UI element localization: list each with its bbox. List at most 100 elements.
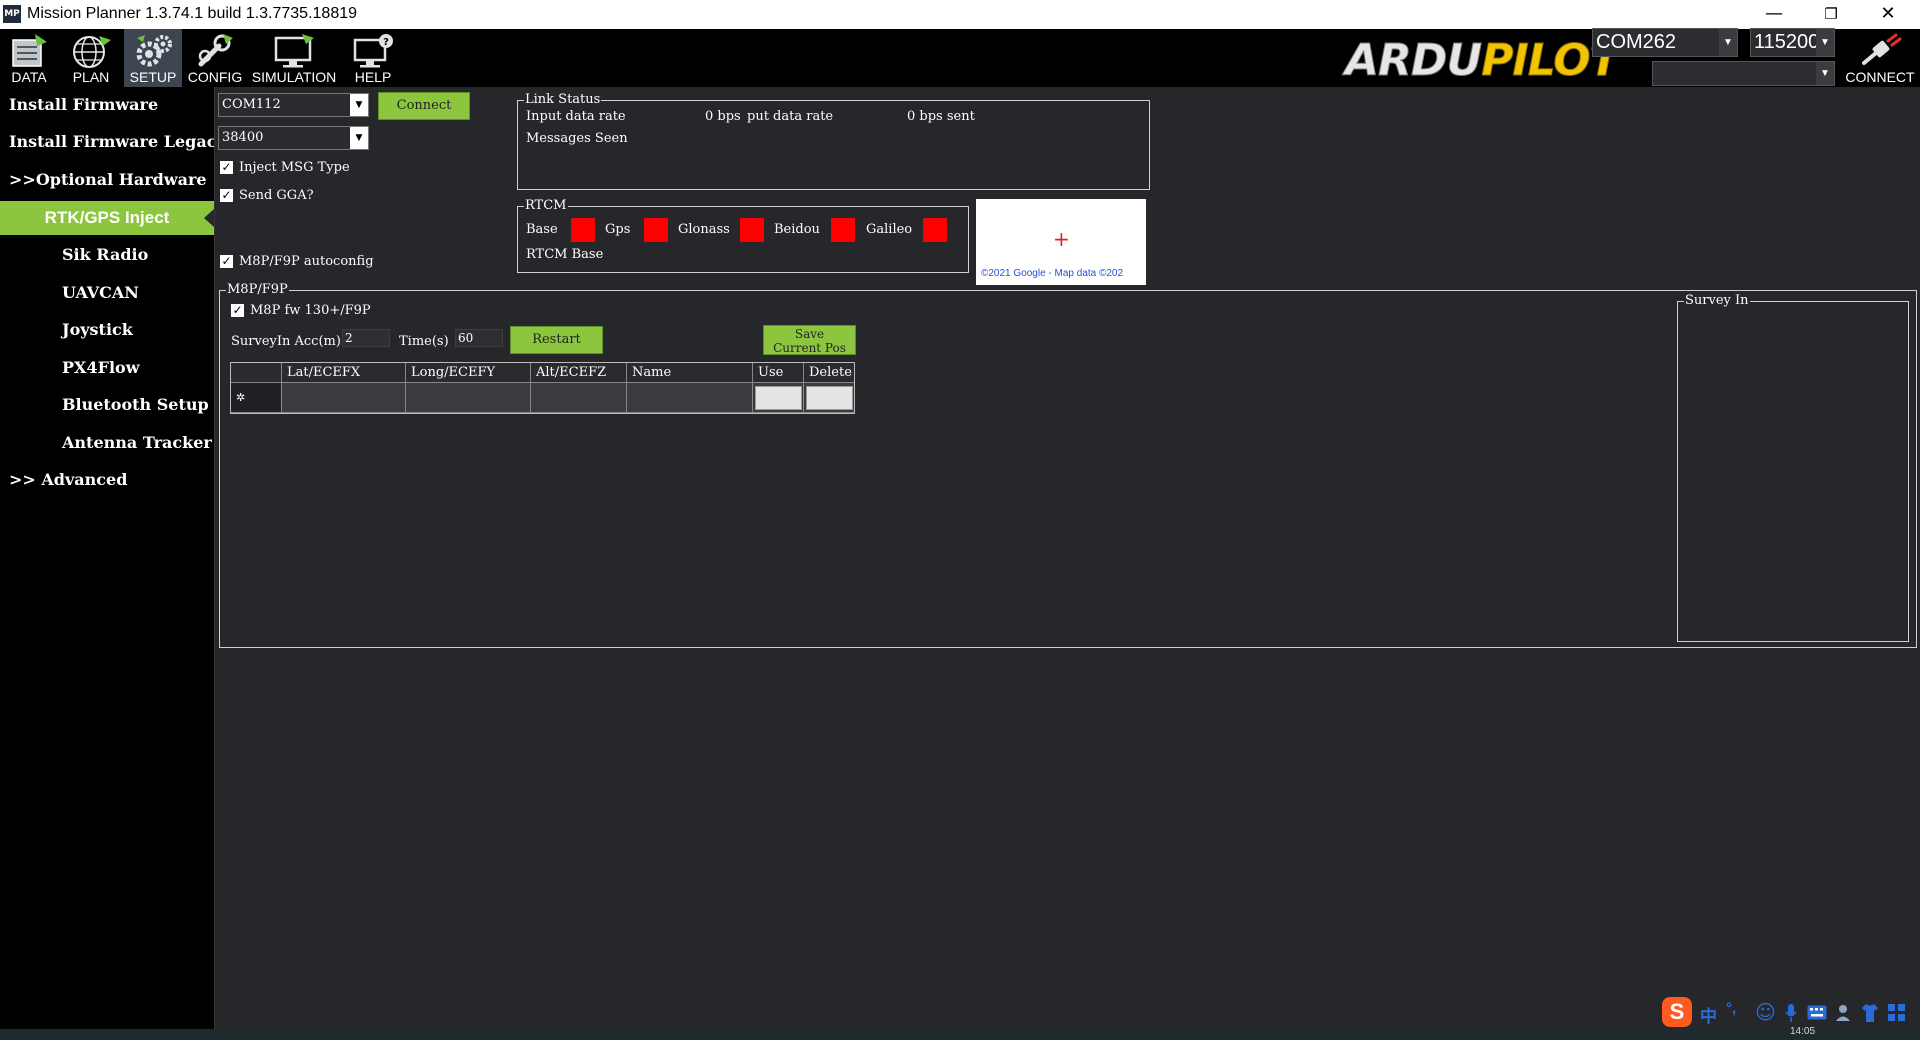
row-selector-icon[interactable]: ✲ (231, 383, 282, 413)
setup-sidebar: Install Firmware Install Firmware Legacy… (0, 87, 215, 1029)
com-port-select[interactable]: COM262 ▼ (1592, 28, 1738, 57)
table-header-lat[interactable]: Lat/ECEFX (282, 363, 406, 383)
glonass-status-indicator (740, 218, 764, 242)
table-header-delete[interactable]: Delete (804, 363, 854, 383)
toolbar-data-button[interactable]: DATA (0, 29, 58, 87)
messages-seen-label: Messages Seen (526, 131, 628, 146)
surveyin-acc-label: SurveyIn Acc(m) (231, 334, 341, 349)
gps-status-indicator (644, 218, 668, 242)
chevron-down-icon: ▼ (350, 94, 368, 116)
toolbar-plan-label: PLAN (72, 69, 110, 85)
inject-msg-type-checkbox[interactable]: ✓ Inject MSG Type (220, 160, 350, 175)
system-tray: S 中 °, ☺ (1660, 996, 1920, 1030)
table-header-use[interactable]: Use (753, 363, 804, 383)
user-icon[interactable] (1835, 1004, 1855, 1022)
connect-button[interactable]: CONNECT (1840, 29, 1920, 87)
delete-button[interactable] (806, 386, 853, 410)
table-cell-long[interactable] (406, 383, 531, 413)
rtcm-glonass-label: Glonass (678, 222, 730, 237)
plug-icon (1862, 33, 1902, 65)
inject-port-value: COM112 (222, 97, 281, 112)
toolbar-simulation-label: SIMULATION (251, 69, 337, 85)
sidebar-item-install-firmware[interactable]: Install Firmware (0, 88, 223, 122)
survey-in-title: Survey In (1684, 293, 1750, 309)
toolbar-data-label: DATA (11, 69, 47, 85)
table-cell-lat[interactable] (282, 383, 406, 413)
autoconfig-checkbox[interactable]: ✓ M8P/F9P autoconfig (220, 254, 374, 269)
restore-button[interactable]: ❐ (1803, 0, 1859, 29)
chevron-down-icon: ▼ (1816, 29, 1834, 56)
monitor-icon (274, 34, 314, 68)
input-rate-label: Input data rate (526, 109, 626, 124)
sidebar-item-install-firmware-legacy[interactable]: Install Firmware Legacy (0, 125, 214, 159)
punctuation-icon[interactable]: °, (1726, 1000, 1736, 1017)
sidebar-item-optional-hardware[interactable]: >>Optional Hardware (0, 163, 223, 197)
map-attribution: ©2021 Google - Map data ©202 (981, 268, 1124, 279)
ardupilot-logo: ARDUPILOT (1344, 35, 1620, 87)
toolbar-simulation-button[interactable]: SIMULATION (248, 29, 340, 87)
m8p-fw-label: M8P fw 130+/F9P (250, 303, 371, 318)
rtcm-gps-label: Gps (605, 222, 631, 237)
com-port-value: COM262 (1596, 31, 1677, 53)
taskbar: 14:05 (0, 1026, 1920, 1040)
rtcm-group: RTCM Base Gps Glonass Beidou Galileo RTC… (517, 198, 969, 273)
microphone-icon[interactable] (1784, 1003, 1798, 1023)
table-header-alt[interactable]: Alt/ECEFZ (531, 363, 627, 383)
toolbar-config-button[interactable]: CONFIG (186, 29, 244, 87)
grid-menu-icon[interactable] (1887, 1003, 1907, 1023)
language-indicator[interactable]: 中 (1700, 1002, 1717, 1027)
globe-icon (73, 36, 111, 68)
help-monitor-icon: ? (353, 34, 393, 68)
title-bar: MP Mission Planner 1.3.74.1 build 1.3.77… (0, 0, 1920, 29)
base-status-indicator (571, 218, 595, 242)
sidebar-item-rtk-gps-inject[interactable]: RTK/GPS Inject (0, 201, 214, 235)
table-header-name[interactable]: Name (627, 363, 753, 383)
inject-port-select[interactable]: COM112 ▼ (218, 93, 369, 117)
surveyin-acc-input[interactable]: 2 (342, 329, 390, 347)
send-gga-checkbox[interactable]: ✓ Send GGA? (220, 188, 314, 203)
save-current-pos-button[interactable]: Save Current Pos (763, 325, 856, 355)
time-input[interactable]: 60 (455, 329, 503, 347)
table-cell-delete (804, 383, 854, 413)
logo-ardu-text: ARDU (1344, 35, 1482, 87)
chevron-down-icon: ▼ (1816, 62, 1834, 85)
map-preview[interactable]: + ©2021 Google - Map data ©202 (976, 199, 1146, 285)
keyboard-icon[interactable] (1807, 1005, 1827, 1020)
rtcm-base-text: RTCM Base (526, 247, 604, 262)
use-button[interactable] (755, 386, 802, 410)
sidebar-item-advanced[interactable]: >> Advanced (0, 463, 223, 497)
sogou-ime-icon[interactable]: S (1662, 997, 1692, 1027)
mavlink-select[interactable]: ▼ (1652, 61, 1835, 86)
toolbar-help-button[interactable]: ? HELP (344, 29, 402, 87)
link-status-group: Link Status Input data rate 0 bps put da… (517, 92, 1150, 190)
inject-connect-button[interactable]: Connect (378, 92, 470, 120)
baud-rate-select[interactable]: 115200 ▼ (1750, 28, 1835, 57)
inject-baud-select[interactable]: 38400 ▼ (218, 126, 369, 150)
table-header-corner (231, 363, 282, 383)
table-cell-name[interactable] (627, 383, 753, 413)
minimize-button[interactable]: — (1746, 0, 1802, 29)
chevron-down-icon: ▼ (350, 127, 368, 149)
input-rate-value: 0 bps (705, 109, 741, 124)
close-button[interactable]: ✕ (1860, 0, 1916, 29)
restart-button[interactable]: Restart (510, 326, 603, 354)
map-marker-icon: + (1053, 227, 1070, 251)
toolbar-plan-button[interactable]: PLAN (62, 29, 120, 87)
shirt-icon[interactable] (1861, 1003, 1879, 1023)
rtcm-beidou-label: Beidou (774, 222, 820, 237)
output-rate-value: 0 bps sent (907, 109, 975, 124)
send-gga-label: Send GGA? (239, 188, 314, 203)
wrench-icon (198, 34, 233, 67)
time-label: Time(s) (399, 334, 449, 349)
checkmark-icon: ✓ (220, 188, 233, 202)
table-header-long[interactable]: Long/ECEFY (406, 363, 531, 383)
base-positions-table: Lat/ECEFX Long/ECEFY Alt/ECEFZ Name Use … (230, 362, 855, 414)
rtcm-title: RTCM (524, 198, 568, 214)
m8p-fw-checkbox[interactable]: ✓ M8P fw 130+/F9P (231, 303, 371, 318)
toolbar-setup-button[interactable]: SETUP (124, 29, 182, 87)
checkmark-icon: ✓ (220, 254, 233, 268)
emoji-icon[interactable]: ☺ (1755, 1000, 1776, 1024)
galileo-status-indicator (923, 218, 947, 242)
toolbar-help-label: HELP (354, 69, 392, 85)
table-cell-alt[interactable] (531, 383, 627, 413)
